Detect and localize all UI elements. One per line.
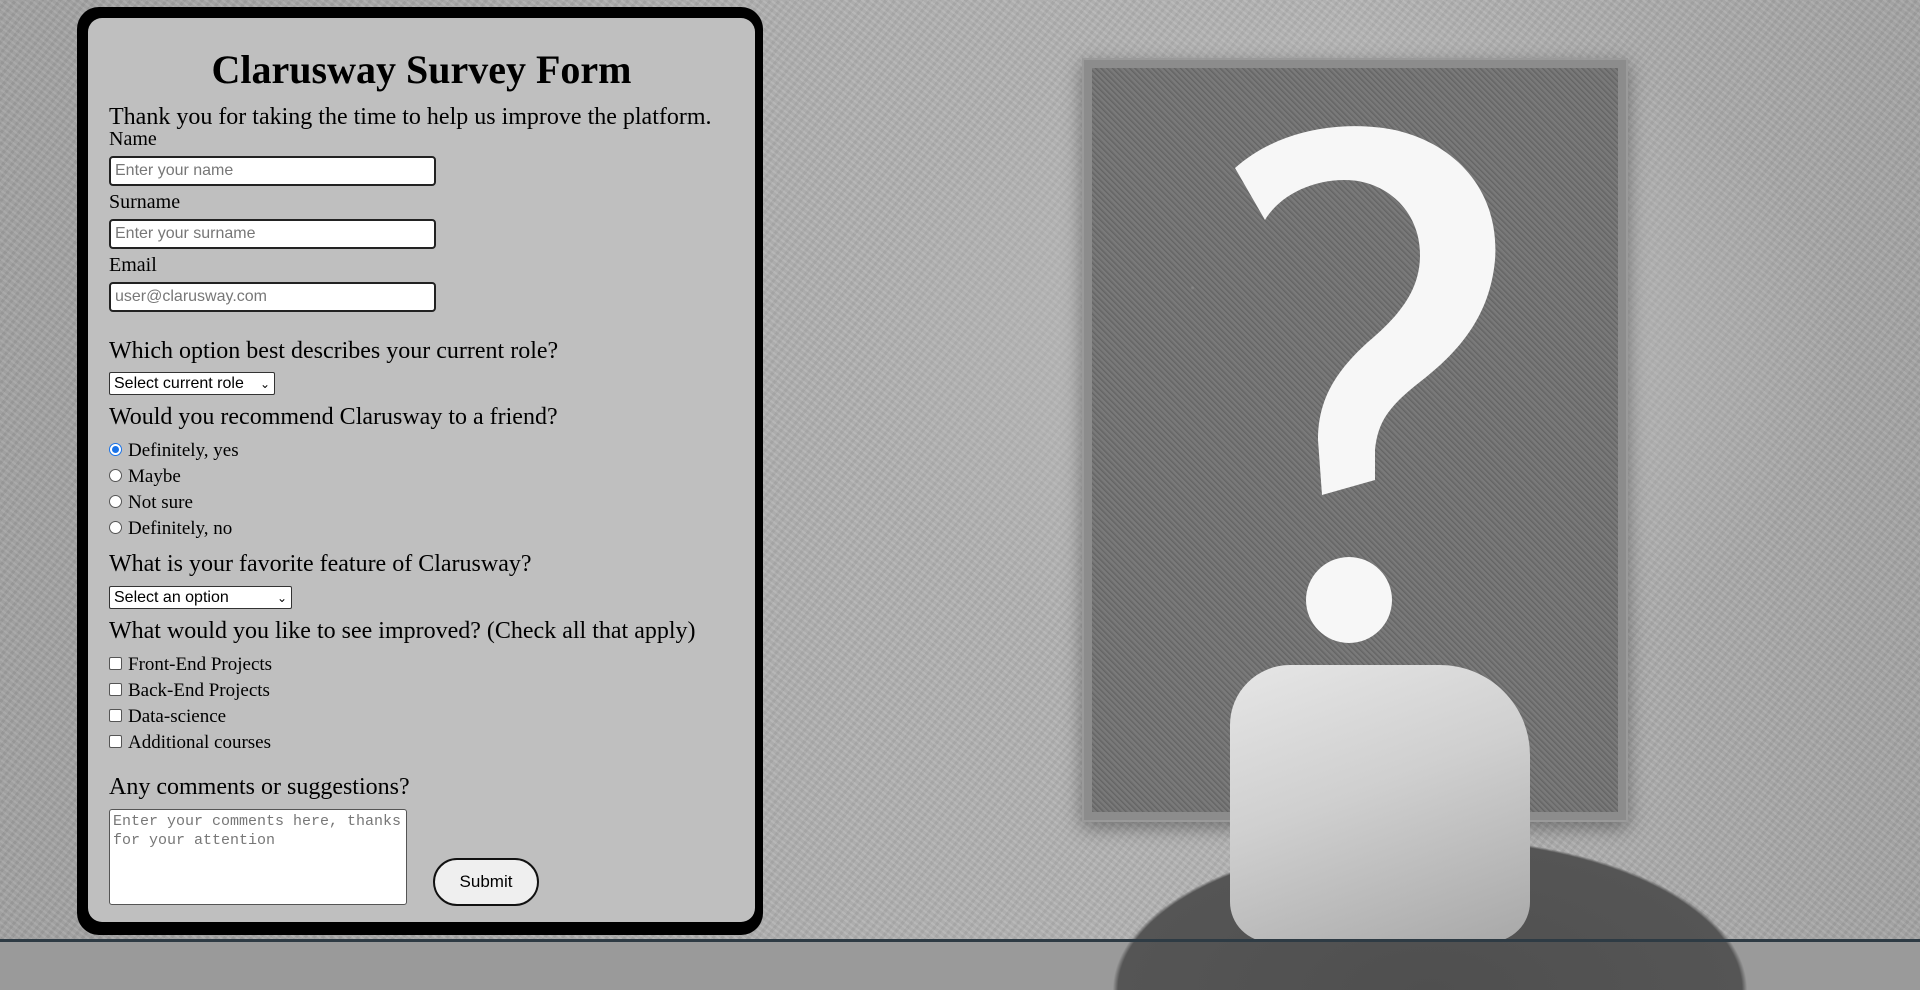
improve-question: What would you like to see improved? (Ch… (109, 618, 696, 644)
surname-label: Surname (109, 191, 181, 213)
radio-button[interactable] (109, 468, 122, 482)
improve-option[interactable]: Data-science (109, 706, 226, 728)
recommend-option[interactable]: Not sure (109, 492, 193, 514)
name-input[interactable] (109, 156, 436, 186)
recommend-question: Would you recommend Clarusway to a frien… (109, 404, 558, 430)
recommend-option-label: Maybe (128, 466, 181, 487)
improve-option[interactable]: Back-End Projects (109, 680, 270, 702)
page-title: Clarusway Survey Form (211, 47, 632, 92)
comments-question: Any comments or suggestions? (109, 774, 410, 800)
recommend-option[interactable]: Definitely, no (109, 518, 232, 540)
radio-button-selected[interactable] (109, 442, 122, 456)
radio-button[interactable] (109, 494, 122, 508)
chevron-down-icon: ⌄ (276, 590, 287, 605)
feature-question: What is your favorite feature of Clarusw… (109, 551, 532, 577)
recommend-option-label: Definitely, yes (128, 440, 239, 461)
email-label: Email (109, 254, 157, 276)
improve-option-label: Additional courses (128, 732, 272, 753)
role-select-value: Select current role (114, 374, 244, 392)
chevron-down-icon: ⌄ (259, 376, 270, 391)
background-hand (1230, 665, 1530, 942)
survey-form: Clarusway Survey Form Thank you for taki… (88, 18, 755, 922)
recommend-option[interactable]: Definitely, yes (109, 440, 239, 462)
recommend-option-label: Definitely, no (128, 518, 233, 539)
improve-option-label: Back-End Projects (128, 680, 270, 701)
checkbox[interactable] (109, 708, 122, 722)
question-mark-icon (1235, 126, 1496, 643)
radio-button[interactable] (109, 520, 122, 534)
form-intro: Thank you for taking the time to help us… (109, 104, 712, 130)
checkbox[interactable] (109, 682, 122, 696)
surname-input[interactable] (109, 219, 436, 249)
submit-button[interactable]: Submit (433, 858, 539, 906)
recommend-option[interactable]: Maybe (109, 466, 181, 488)
email-input[interactable] (109, 282, 436, 312)
role-question: Which option best describes your current… (109, 338, 559, 364)
checkbox[interactable] (109, 734, 122, 748)
recommend-option-label: Not sure (128, 492, 193, 513)
improve-option-label: Data-science (128, 706, 227, 727)
feature-select-value: Select an option (114, 588, 229, 606)
improve-option[interactable]: Additional courses (109, 732, 271, 754)
improve-option[interactable]: Front-End Projects (109, 654, 272, 676)
name-label: Name (109, 128, 157, 150)
comments-textarea[interactable] (109, 809, 407, 905)
improve-option-label: Front-End Projects (128, 654, 273, 675)
checkbox[interactable] (109, 656, 122, 670)
feature-select[interactable]: Select an option ⌄ (109, 586, 292, 609)
role-select[interactable]: Select current role ⌄ (109, 372, 275, 395)
